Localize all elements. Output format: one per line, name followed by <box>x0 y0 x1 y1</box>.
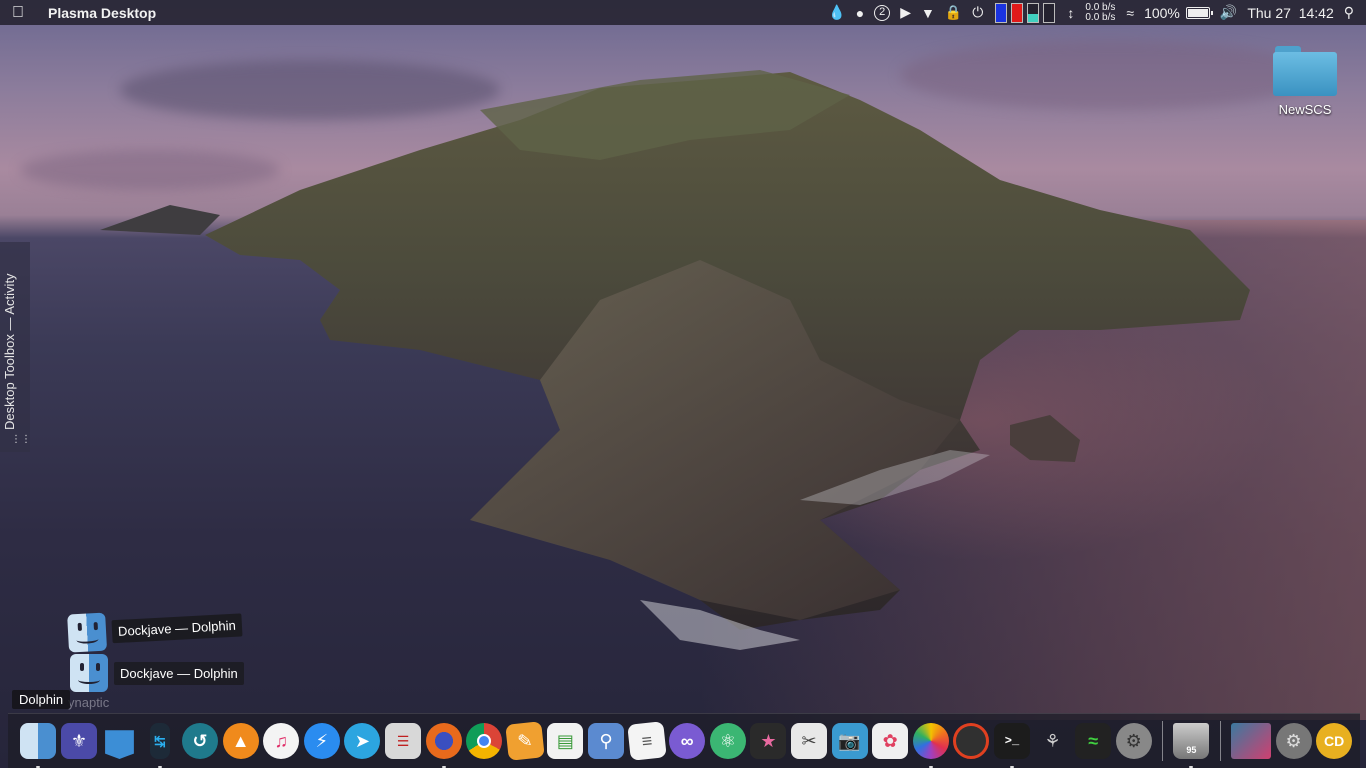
finder-icon <box>70 654 108 692</box>
apple-logo-icon[interactable]:  <box>12 4 38 22</box>
vlc-icon[interactable]: ▲ <box>222 723 259 759</box>
network-speed[interactable]: 0.0 b/s 0.0 b/s <box>1085 1 1116 23</box>
trash-count: 95 <box>1186 745 1197 755</box>
sea-rock <box>1010 415 1080 462</box>
cd-icon[interactable]: CD <box>1316 723 1353 759</box>
folder-label: NewSCS <box>1278 102 1332 117</box>
pixelmator-icon[interactable]: ✿ <box>872 723 909 759</box>
files-icon[interactable] <box>105 730 134 759</box>
system-preferences-icon[interactable]: ⚙ <box>1115 723 1152 759</box>
preview-icon[interactable]: ⚲ <box>588 723 625 759</box>
media-play-icon[interactable]: ▶ <box>900 4 911 21</box>
notification-count[interactable]: 2 <box>874 4 891 21</box>
desktop-preview-icon[interactable] <box>1230 723 1271 759</box>
color-picker-icon[interactable]: ● <box>856 5 864 21</box>
kdeconnect-icon[interactable]: ↹ <box>149 723 170 768</box>
volume-icon[interactable]: 🔊 <box>1220 4 1237 21</box>
finder-icon <box>67 612 108 653</box>
island-illustration <box>100 70 1250 650</box>
trash-icon[interactable]: 95 <box>1173 723 1210 768</box>
chrome-icon[interactable] <box>466 723 503 759</box>
final-cut-icon[interactable]: ★ <box>750 723 787 759</box>
image-capture-icon[interactable]: 📷 <box>831 723 868 759</box>
itunes-icon[interactable]: ♫ <box>263 723 300 759</box>
task-label: Dockjave — Dolphin <box>111 612 243 643</box>
search-icon[interactable]: ⚲ <box>1344 4 1354 21</box>
task-preview[interactable]: Dockjave — Dolphin <box>70 654 244 692</box>
battery-indicator[interactable]: 100% <box>1144 4 1213 21</box>
kdenlive-icon[interactable]: ↺ <box>182 723 219 759</box>
telegram-icon[interactable]: ➤ <box>344 723 381 759</box>
cpu-meter <box>995 2 1008 23</box>
dock: ⚜ ↹ ↺ ▲ ♫ ⚡ ➤ ☰ ✎ ▤ ⚲ ≡ ∞ ⚛ ★ ✂ 📷 ✿ >_ ⚘… <box>8 713 1360 768</box>
system-load-meters[interactable] <box>993 2 1057 23</box>
chevron-down-icon[interactable]: ▼ <box>921 5 935 21</box>
textedit-icon[interactable]: ≡ <box>626 721 667 761</box>
scripteditor-icon[interactable]: ⚘ <box>1035 723 1071 759</box>
top-menubar:  Plasma Desktop 💧 ● 2 ▶ ▼ 🔒 ⏻ ↕ 0.0 b/s… <box>0 0 1366 25</box>
dock-separator <box>1219 721 1221 761</box>
firefox-icon[interactable] <box>425 723 462 768</box>
pages-icon[interactable]: ✎ <box>505 721 545 761</box>
grip-icon: ⋮⋮ <box>11 434 31 445</box>
dock-separator <box>1162 721 1164 761</box>
clock[interactable]: Thu 27 14:42 <box>1247 5 1333 21</box>
desktop-toolbox-label[interactable]: Desktop Toolbox — Activity <box>2 273 17 430</box>
battery-percent: 100% <box>1144 4 1180 21</box>
photoscape-icon[interactable] <box>953 723 990 759</box>
news-icon[interactable]: ☰ <box>385 723 422 759</box>
network-arrows-icon: ↕ <box>1067 4 1075 21</box>
memory-meter <box>1011 2 1024 23</box>
swap-meter <box>1027 2 1040 23</box>
visual-studio-icon[interactable]: ∞ <box>669 723 706 759</box>
task-label: Dockjave — Dolphin <box>114 661 244 685</box>
kde-store-icon[interactable]: ⚜ <box>60 723 97 759</box>
atom-icon[interactable]: ⚛ <box>709 723 746 759</box>
lock-icon[interactable]: 🔒 <box>945 4 962 21</box>
photos-icon[interactable] <box>912 723 949 768</box>
disk-meter <box>1043 2 1056 23</box>
numbers-icon[interactable]: ▤ <box>547 723 584 759</box>
activity-monitor-icon[interactable]: ≈ <box>1075 723 1112 759</box>
app-title[interactable]: Plasma Desktop <box>48 5 156 21</box>
notification-badge: 2 <box>874 4 891 21</box>
net-up-speed: 0.0 b/s <box>1085 1 1116 13</box>
net-down-speed: 0.0 b/s <box>1085 11 1116 23</box>
messenger-icon[interactable]: ⚡ <box>303 723 340 759</box>
far-islet <box>100 205 220 235</box>
settings-gear-icon[interactable]: ⚙ <box>1275 723 1312 759</box>
dolphin-icon[interactable] <box>20 723 57 768</box>
dock-tooltip: Dolphin <box>12 690 71 709</box>
battery-icon <box>1185 6 1213 19</box>
screenshot-icon[interactable]: ✂ <box>790 723 827 759</box>
power-icon[interactable]: ⏻ <box>972 4 983 21</box>
system-tray: 💧 ● 2 ▶ ▼ 🔒 ⏻ ↕ 0.0 b/s 0.0 b/s ≈ 100% 🔊… <box>823 0 1366 25</box>
desktop-folder-newscs[interactable]: NewSCS <box>1268 46 1342 117</box>
wifi-icon[interactable]: ≈ <box>1126 5 1134 21</box>
droplet-icon[interactable]: 💧 <box>828 4 845 21</box>
folder-icon <box>1273 46 1337 96</box>
synaptic-label-faded: ynaptic <box>68 695 110 710</box>
terminal-icon[interactable]: >_ <box>993 723 1030 768</box>
